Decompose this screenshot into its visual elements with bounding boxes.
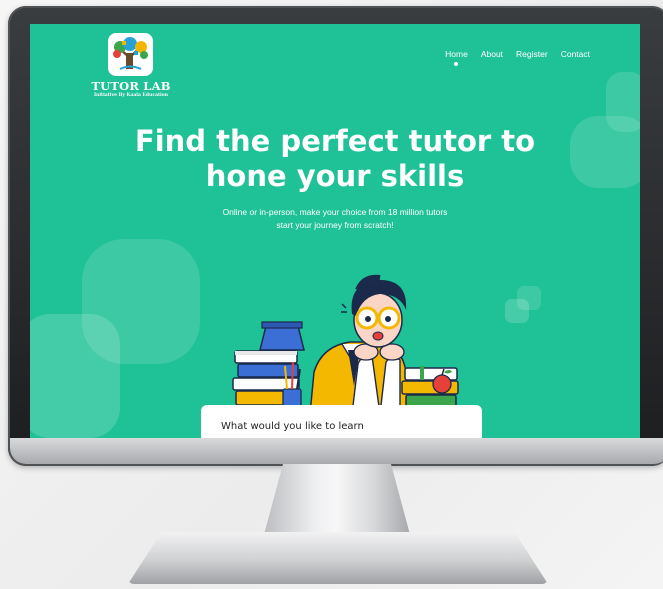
monitor-stand-base	[128, 532, 548, 584]
monitor-stand-neck	[262, 464, 412, 542]
nav-home-label: Home	[445, 49, 468, 59]
brand-name: TUTOR LAB	[91, 79, 171, 93]
website-screen: TUTOR LAB Initiative By Kaala Education …	[30, 24, 640, 438]
monitor-chin	[10, 438, 663, 464]
decorative-shape	[30, 314, 120, 438]
search-card-label: What would you like to learn	[221, 421, 364, 432]
top-nav: Home About Register Contact	[445, 49, 590, 66]
hero-title-line2: hone your skills	[205, 159, 465, 193]
hero-subtitle: Online or in-person, make your choice fr…	[30, 206, 640, 232]
brand-tagline: Initiative By Kaala Education	[93, 93, 169, 98]
nav-contact[interactable]: Contact	[561, 49, 590, 59]
decorative-shape	[606, 72, 640, 132]
hero-subtitle-line2: start your journey from scratch!	[276, 220, 394, 230]
hero-title-line1: Find the perfect tutor to	[134, 124, 536, 158]
student-illustration	[232, 274, 459, 414]
book-stack-icon	[232, 321, 305, 408]
decorative-shape	[517, 286, 541, 310]
hero-subtitle-line1: Online or in-person, make your choice fr…	[222, 207, 448, 217]
nav-about[interactable]: About	[481, 49, 503, 59]
logo-icon[interactable]	[108, 33, 153, 76]
hero-title: Find the perfect tutor to hone your skil…	[30, 124, 640, 194]
active-indicator-dot	[454, 62, 459, 66]
nav-register[interactable]: Register	[516, 49, 548, 59]
learn-search-card[interactable]: What would you like to learn	[201, 405, 482, 438]
nav-home[interactable]: Home	[445, 49, 468, 66]
